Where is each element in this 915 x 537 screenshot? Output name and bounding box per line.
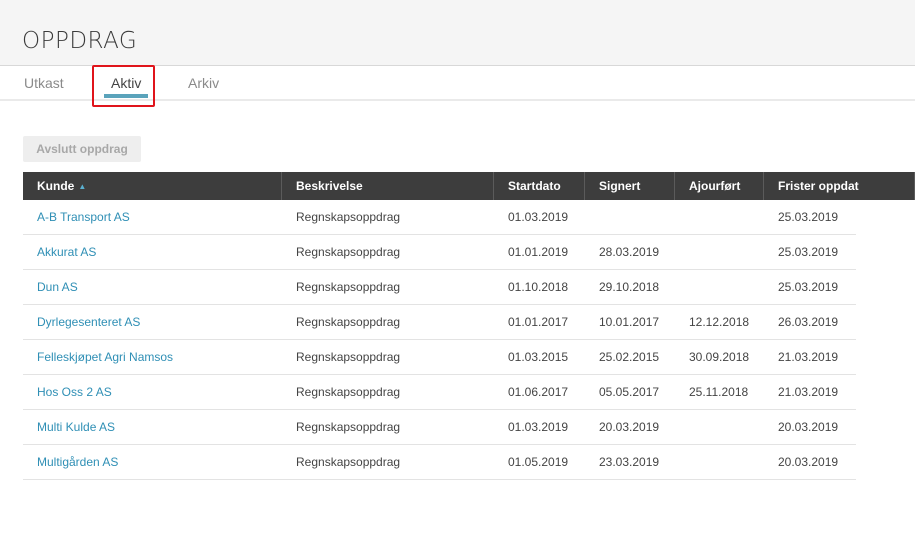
- table-row[interactable]: Akkurat AS Regnskapsoppdrag 01.01.2019 28.0…: [23, 235, 856, 270]
- cell-beskrivelse: Regnskapsoppdrag: [296, 280, 401, 294]
- cell-startdato: 01.01.2019: [508, 245, 569, 259]
- cell-beskrivelse: Regnskapsoppdrag: [296, 420, 401, 434]
- page-title: OPPDRAG: [22, 28, 138, 54]
- avslutt-oppdrag-button[interactable]: Avslutt oppdrag: [23, 136, 141, 162]
- cell-frister: 21.03.2019: [778, 350, 839, 364]
- cell-ajourfort: 12.12.2018: [689, 315, 750, 329]
- customer-link[interactable]: Multigården AS: [23, 445, 282, 480]
- table-row[interactable]: Dyrlegesenteret AS Regnskapsoppdrag 01.01.…: [23, 305, 856, 340]
- cell-frister: 20.03.2019: [778, 455, 839, 469]
- tab-aktiv[interactable]: Aktiv: [111, 75, 141, 91]
- customer-link[interactable]: Hos Oss 2 AS: [23, 375, 282, 410]
- cell-frister: 25.03.2019: [778, 280, 839, 294]
- table-row[interactable]: A-B Transport AS Regnskapsoppdrag 01.03.20…: [23, 200, 856, 235]
- cell-ajourfort: 25.11.2018: [689, 385, 749, 399]
- column-header-signert[interactable]: Signert: [585, 172, 675, 200]
- cell-beskrivelse: Regnskapsoppdrag: [296, 315, 401, 329]
- customer-link[interactable]: Dyrlegesenteret AS: [23, 305, 282, 340]
- sort-ascending-icon: ▲: [78, 182, 87, 191]
- customer-link[interactable]: Akkurat AS: [23, 235, 282, 270]
- active-tab-indicator: [104, 94, 148, 98]
- cell-startdato: 01.03.2019: [508, 420, 569, 434]
- cell-frister: 20.03.2019: [778, 420, 839, 434]
- cell-frister: 26.03.2019: [778, 315, 839, 329]
- cell-signert: 05.05.2017: [599, 385, 660, 399]
- cell-signert: 10.01.2017: [599, 315, 660, 329]
- table-body: A-B Transport AS Regnskapsoppdrag 01.03.20…: [23, 200, 856, 480]
- cell-ajourfort: [675, 235, 764, 270]
- top-bar: OPPDRAG: [0, 0, 915, 66]
- column-header-kunde[interactable]: Kunde ▲: [23, 172, 282, 200]
- cell-beskrivelse: Regnskapsoppdrag: [296, 210, 401, 224]
- cell-signert: 28.03.2019: [599, 245, 660, 259]
- cell-beskrivelse: Regnskapsoppdrag: [296, 455, 401, 469]
- cell-beskrivelse: Regnskapsoppdrag: [296, 350, 401, 364]
- table-row[interactable]: Multigården AS Regnskapsoppdrag 01.05.2019…: [23, 445, 856, 480]
- cell-signert: 23.03.2019: [599, 455, 660, 469]
- table-header: Kunde ▲ Beskrivelse Startdato Signert Ajo…: [23, 172, 915, 200]
- cell-signert: 20.03.2019: [599, 420, 660, 434]
- table-row[interactable]: Felleskjøpet Agri Namsos Regnskapsoppdrag…: [23, 340, 856, 375]
- cell-startdato: 01.05.2019: [508, 455, 569, 469]
- cell-frister: 25.03.2019: [778, 210, 839, 224]
- cell-frister: 25.03.2019: [778, 245, 839, 259]
- column-header-startdato[interactable]: Startdato: [494, 172, 585, 200]
- cell-startdato: 01.10.2018: [508, 280, 569, 294]
- column-header-frister-oppdatert[interactable]: Frister oppdat: [764, 172, 915, 200]
- table-row[interactable]: Hos Oss 2 AS Regnskapsoppdrag 01.06.2017 05…: [23, 375, 856, 410]
- customer-link[interactable]: Multi Kulde AS: [23, 410, 282, 445]
- cell-ajourfort: [675, 200, 764, 235]
- oppdrag-table: Kunde ▲ Beskrivelse Startdato Signert Ajo…: [23, 172, 915, 480]
- cell-startdato: 01.03.2015: [508, 350, 569, 364]
- cell-ajourfort: 30.09.2018: [689, 350, 750, 364]
- cell-signert: 25.02.2015: [599, 350, 660, 364]
- cell-startdato: 01.01.2017: [508, 315, 569, 329]
- tab-bar: Utkast Aktiv Arkiv: [0, 66, 915, 101]
- customer-link[interactable]: A-B Transport AS: [23, 200, 282, 235]
- cell-startdato: 01.03.2019: [508, 210, 569, 224]
- tab-utkast[interactable]: Utkast: [24, 75, 64, 91]
- cell-signert: 29.10.2018: [599, 280, 660, 294]
- tab-arkiv[interactable]: Arkiv: [188, 75, 219, 91]
- cell-signert: [585, 200, 675, 235]
- cell-ajourfort: [675, 410, 764, 445]
- cell-ajourfort: [675, 270, 764, 305]
- customer-link[interactable]: Felleskjøpet Agri Namsos: [23, 340, 282, 375]
- cell-beskrivelse: Regnskapsoppdrag: [296, 245, 401, 259]
- cell-startdato: 01.06.2017: [508, 385, 569, 399]
- column-header-ajourfort[interactable]: Ajourført: [675, 172, 764, 200]
- table-row[interactable]: Dun AS Regnskapsoppdrag 01.10.2018 29.10.20…: [23, 270, 856, 305]
- cell-ajourfort: [675, 445, 764, 480]
- table-row[interactable]: Multi Kulde AS Regnskapsoppdrag 01.03.2019…: [23, 410, 856, 445]
- customer-link[interactable]: Dun AS: [23, 270, 282, 305]
- column-header-beskrivelse[interactable]: Beskrivelse: [282, 172, 494, 200]
- cell-frister: 21.03.2019: [778, 385, 839, 399]
- cell-beskrivelse: Regnskapsoppdrag: [296, 385, 401, 399]
